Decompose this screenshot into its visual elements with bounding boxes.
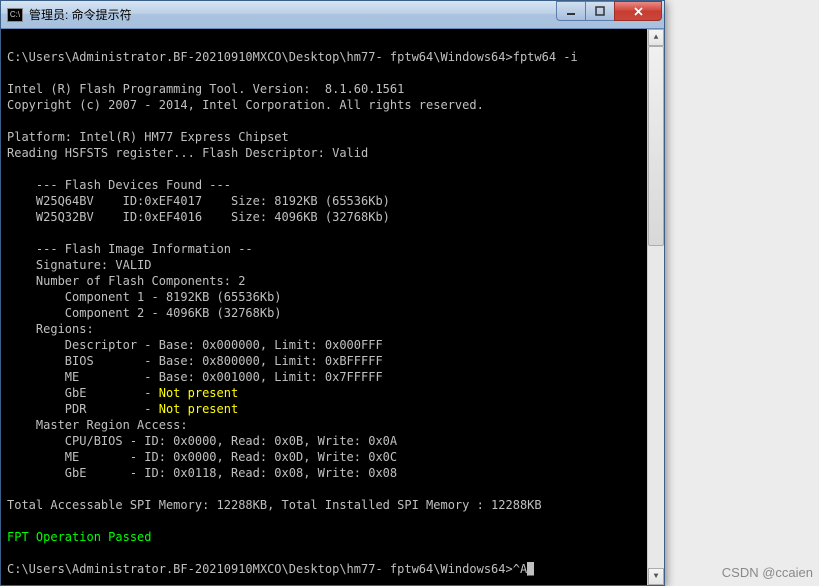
command: fptw64 -i <box>513 50 578 64</box>
cursor-icon: _ <box>527 562 534 576</box>
not-present-text: Not present <box>159 402 238 416</box>
watermark-text: CSDN @ccaien <box>722 565 813 580</box>
output-line: Regions: <box>7 322 94 336</box>
close-button[interactable] <box>614 1 662 21</box>
output-line: --- Flash Image Information -- <box>7 242 253 256</box>
output-line: Master Region Access: <box>7 418 188 432</box>
console-area: C:\Users\Administrator.BF-20210910MXCO\D… <box>1 29 664 585</box>
scroll-track[interactable] <box>648 46 664 568</box>
output-line: Platform: Intel(R) HM77 Express Chipset <box>7 130 289 144</box>
output-line: Number of Flash Components: 2 <box>7 274 245 288</box>
output-line: Component 2 - 4096KB (32768Kb) <box>7 306 282 320</box>
prompt: C:\Users\Administrator.BF-20210910MXCO\D… <box>7 50 513 64</box>
prompt: C:\Users\Administrator.BF-20210910MXCO\D… <box>7 562 513 576</box>
output-line: Total Accessable SPI Memory: 12288KB, To… <box>7 498 542 512</box>
maximize-button[interactable] <box>585 1 615 21</box>
output-line: W25Q32BV ID:0xEF4016 Size: 4096KB (32768… <box>7 210 390 224</box>
titlebar[interactable]: C:\ 管理员: 命令提示符 <box>1 1 664 29</box>
output-line: GbE - ID: 0x0118, Read: 0x08, Write: 0x0… <box>7 466 397 480</box>
scroll-thumb[interactable] <box>648 46 664 246</box>
output-line: Descriptor - Base: 0x000000, Limit: 0x00… <box>7 338 383 352</box>
vertical-scrollbar[interactable]: ▲ ▼ <box>647 29 664 585</box>
cmd-window: C:\ 管理员: 命令提示符 C:\Users\Administrator.BF… <box>0 0 665 586</box>
output-line: CPU/BIOS - ID: 0x0000, Read: 0x0B, Write… <box>7 434 397 448</box>
output-line: W25Q64BV ID:0xEF4017 Size: 8192KB (65536… <box>7 194 390 208</box>
output-line: BIOS - Base: 0x800000, Limit: 0xBFFFFF <box>7 354 383 368</box>
terminal-icon: C:\ <box>7 8 23 22</box>
output-line: PDR - <box>7 402 159 416</box>
scroll-down-button[interactable]: ▼ <box>648 568 664 585</box>
minimize-button[interactable] <box>556 1 586 21</box>
output-line: Component 1 - 8192KB (65536Kb) <box>7 290 282 304</box>
scroll-up-button[interactable]: ▲ <box>648 29 664 46</box>
window-controls <box>557 1 662 28</box>
output-line: Reading HSFSTS register... Flash Descrip… <box>7 146 368 160</box>
output-line: Intel (R) Flash Programming Tool. Versio… <box>7 82 404 96</box>
passed-text: FPT Operation Passed <box>7 530 152 544</box>
caret-input: ^A <box>513 562 527 576</box>
console-output[interactable]: C:\Users\Administrator.BF-20210910MXCO\D… <box>1 29 647 585</box>
output-line: ME - Base: 0x001000, Limit: 0x7FFFFF <box>7 370 383 384</box>
output-line: Signature: VALID <box>7 258 152 272</box>
output-line: Copyright (c) 2007 - 2014, Intel Corpora… <box>7 98 484 112</box>
output-line: --- Flash Devices Found --- <box>7 178 231 192</box>
output-line: ME - ID: 0x0000, Read: 0x0D, Write: 0x0C <box>7 450 397 464</box>
output-line: GbE - <box>7 386 159 400</box>
window-title: 管理员: 命令提示符 <box>29 6 557 23</box>
not-present-text: Not present <box>159 386 238 400</box>
